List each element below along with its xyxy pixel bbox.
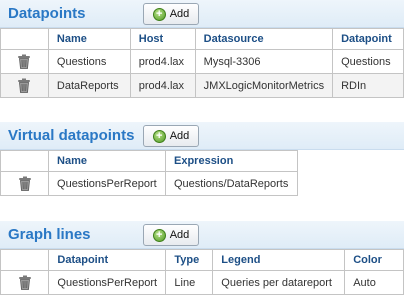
cell-name: DataReports	[47, 73, 131, 98]
column-header-legend: Legend	[212, 249, 346, 271]
column-header-datapoint: Datapoint	[332, 28, 404, 50]
trash-icon[interactable]	[18, 275, 32, 290]
cell-legend: Queries per datareport	[212, 270, 346, 295]
delete-cell	[0, 270, 50, 295]
cell-name: Questions	[47, 49, 131, 74]
delete-cell	[0, 73, 49, 98]
cell-datapoint: Questions	[332, 49, 404, 74]
plus-circle-icon: +	[152, 228, 166, 242]
virtual-datapoints-title: Virtual datapoints	[8, 127, 135, 144]
table-row: QuestionsPerReport Questions/DataReports	[0, 171, 298, 196]
datapoints-title: Datapoints	[8, 5, 86, 22]
datapoints-header: Datapoints + Add	[0, 0, 404, 28]
virtual-datapoints-section: Virtual datapoints + Add Name Expression	[0, 122, 404, 196]
cell-host: prod4.lax	[129, 49, 196, 74]
cell-host: prod4.lax	[129, 73, 196, 98]
cell-datasource: Mysql-3306	[194, 49, 334, 74]
virtual-datapoints-header: Virtual datapoints + Add	[0, 122, 404, 150]
trash-icon[interactable]	[18, 176, 32, 191]
table-header-row: Datapoint Type Legend Color	[0, 249, 404, 271]
datapoints-table: Name Host Datasource Datapoint Questions…	[0, 28, 404, 98]
plus-circle-icon: +	[152, 7, 166, 21]
column-header-datapoint: Datapoint	[48, 249, 167, 271]
trash-icon[interactable]	[17, 54, 31, 69]
table-row: DataReports prod4.lax JMXLogicMonitorMet…	[0, 73, 404, 98]
column-header-color: Color	[344, 249, 404, 271]
add-label: Add	[169, 229, 190, 241]
cell-type: Line	[165, 270, 214, 295]
virtual-datapoints-table: Name Expression QuestionsPerReport Quest…	[0, 150, 298, 196]
trash-icon[interactable]	[17, 78, 31, 93]
add-label: Add	[169, 8, 190, 20]
delete-column-header	[0, 150, 50, 172]
table-row: Questions prod4.lax Mysql-3306 Questions	[0, 49, 404, 74]
delete-cell	[0, 171, 50, 196]
delete-column-header	[0, 28, 49, 50]
datapoints-section: Datapoints + Add Name Host Datasource Da…	[0, 0, 404, 98]
table-header-row: Name Expression	[0, 150, 298, 172]
column-header-host: Host	[129, 28, 196, 50]
plus-circle-icon: +	[152, 129, 166, 143]
delete-cell	[0, 49, 49, 74]
add-virtual-datapoint-button[interactable]: + Add	[143, 125, 199, 147]
column-header-datasource: Datasource	[194, 28, 334, 50]
graph-lines-section: Graph lines + Add Datapoint Type Legend …	[0, 221, 404, 295]
cell-name: QuestionsPerReport	[48, 171, 166, 196]
cell-datapoint: RDIn	[332, 73, 404, 98]
cell-color: Auto	[344, 270, 404, 295]
column-header-name: Name	[48, 150, 166, 172]
cell-expression: Questions/DataReports	[165, 171, 298, 196]
delete-column-header	[0, 249, 50, 271]
add-datapoint-button[interactable]: + Add	[143, 3, 199, 25]
table-row: QuestionsPerReport Line Queries per data…	[0, 270, 404, 295]
graph-lines-table: Datapoint Type Legend Color QuestionsPer…	[0, 249, 404, 295]
column-header-expression: Expression	[165, 150, 298, 172]
add-graph-line-button[interactable]: + Add	[143, 224, 199, 246]
table-header-row: Name Host Datasource Datapoint	[0, 28, 404, 50]
graph-lines-title: Graph lines	[8, 226, 91, 243]
add-label: Add	[169, 130, 190, 142]
column-header-name: Name	[47, 28, 131, 50]
cell-datapoint: QuestionsPerReport	[48, 270, 167, 295]
column-header-type: Type	[165, 249, 214, 271]
graph-lines-header: Graph lines + Add	[0, 221, 404, 249]
cell-datasource: JMXLogicMonitorMetrics	[194, 73, 334, 98]
